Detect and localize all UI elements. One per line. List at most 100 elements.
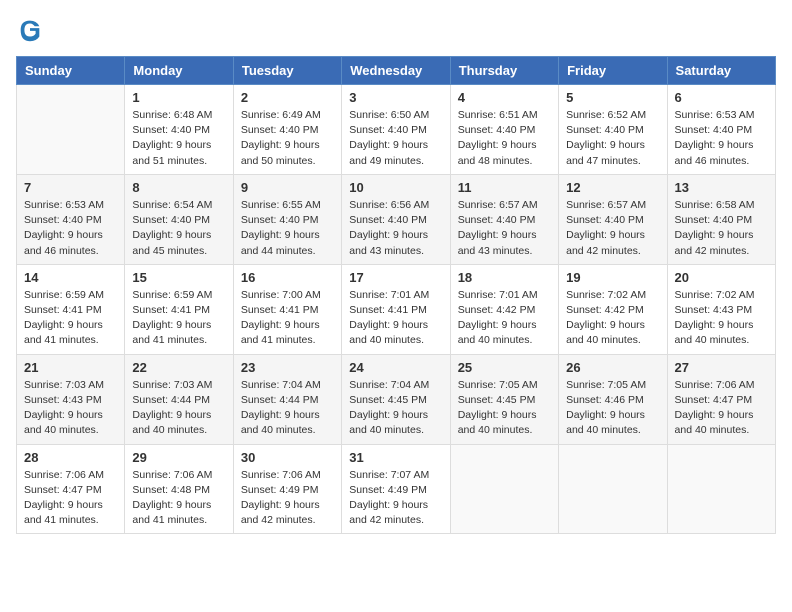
day-number: 24 bbox=[349, 360, 442, 375]
logo bbox=[16, 16, 48, 44]
calendar-cell: 3Sunrise: 6:50 AMSunset: 4:40 PMDaylight… bbox=[342, 85, 450, 175]
day-info: Sunrise: 7:04 AMSunset: 4:44 PMDaylight:… bbox=[241, 378, 334, 439]
day-info: Sunrise: 7:01 AMSunset: 4:41 PMDaylight:… bbox=[349, 288, 442, 349]
column-header-friday: Friday bbox=[559, 57, 667, 85]
calendar-cell bbox=[559, 444, 667, 534]
calendar-cell: 12 Sunrise: 6:57 AMSunset: 4:40 PMDayligh… bbox=[559, 174, 667, 264]
day-number: 17 bbox=[349, 270, 442, 285]
day-info: Sunrise: 7:00 AMSunset: 4:41 PMDaylight:… bbox=[241, 288, 334, 349]
column-header-saturday: Saturday bbox=[667, 57, 775, 85]
day-number: 15 bbox=[132, 270, 225, 285]
day-info: Sunrise: 6:58 AMSunset: 4:40 PMDaylight:… bbox=[675, 198, 768, 259]
calendar-week-1: 1 Sunrise: 6:48 AMSunset: 4:40 PMDaylight… bbox=[17, 85, 776, 175]
day-info: Sunrise: 6:54 AMSunset: 4:40 PMDaylight:… bbox=[132, 198, 225, 259]
calendar-cell bbox=[17, 85, 125, 175]
calendar-cell: 4 Sunrise: 6:51 AMSunset: 4:40 PMDaylight… bbox=[450, 85, 558, 175]
day-info: Sunrise: 6:57 AMSunset: 4:40 PMDaylight:… bbox=[566, 198, 659, 259]
calendar-cell: 29Sunrise: 7:06 AMSunset: 4:48 PMDayligh… bbox=[125, 444, 233, 534]
day-info: Sunrise: 7:06 AMSunset: 4:47 PMDaylight:… bbox=[24, 468, 117, 529]
calendar-week-4: 21 Sunrise: 7:03 AMSunset: 4:43 PMDayligh… bbox=[17, 354, 776, 444]
day-info: Sunrise: 6:49 AMSunset: 4:40 PMDaylight:… bbox=[241, 108, 334, 169]
column-header-sunday: Sunday bbox=[17, 57, 125, 85]
calendar-cell bbox=[667, 444, 775, 534]
calendar-table: SundayMondayTuesdayWednesdayThursdayFrid… bbox=[16, 56, 776, 534]
calendar-cell: 11 Sunrise: 6:57 AMSunset: 4:40 PMDayligh… bbox=[450, 174, 558, 264]
day-number: 6 bbox=[675, 90, 768, 105]
calendar-cell: 14 Sunrise: 6:59 AMSunset: 4:41 PMDayligh… bbox=[17, 264, 125, 354]
day-number: 25 bbox=[458, 360, 551, 375]
day-number: 28 bbox=[24, 450, 117, 465]
day-info: Sunrise: 7:05 AMSunset: 4:46 PMDaylight:… bbox=[566, 378, 659, 439]
day-number: 9 bbox=[241, 180, 334, 195]
day-info: Sunrise: 6:51 AMSunset: 4:40 PMDaylight:… bbox=[458, 108, 551, 169]
day-number: 29 bbox=[132, 450, 225, 465]
day-info: Sunrise: 7:02 AMSunset: 4:43 PMDaylight:… bbox=[675, 288, 768, 349]
calendar-cell: 21 Sunrise: 7:03 AMSunset: 4:43 PMDayligh… bbox=[17, 354, 125, 444]
calendar-cell: 6 Sunrise: 6:53 AMSunset: 4:40 PMDaylight… bbox=[667, 85, 775, 175]
calendar-cell: 28 Sunrise: 7:06 AMSunset: 4:47 PMDayligh… bbox=[17, 444, 125, 534]
day-info: Sunrise: 7:06 AMSunset: 4:47 PMDaylight:… bbox=[675, 378, 768, 439]
day-number: 30 bbox=[241, 450, 334, 465]
calendar-cell: 23 Sunrise: 7:04 AMSunset: 4:44 PMDayligh… bbox=[233, 354, 341, 444]
day-number: 11 bbox=[458, 180, 551, 195]
day-number: 12 bbox=[566, 180, 659, 195]
day-number: 8 bbox=[132, 180, 225, 195]
calendar-cell: 9Sunrise: 6:55 AMSunset: 4:40 PMDaylight… bbox=[233, 174, 341, 264]
calendar-cell: 8 Sunrise: 6:54 AMSunset: 4:40 PMDaylight… bbox=[125, 174, 233, 264]
day-number: 31 bbox=[349, 450, 442, 465]
day-number: 2 bbox=[241, 90, 334, 105]
day-info: Sunrise: 6:59 AMSunset: 4:41 PMDaylight:… bbox=[132, 288, 225, 349]
day-number: 10 bbox=[349, 180, 442, 195]
day-info: Sunrise: 6:53 AMSunset: 4:40 PMDaylight:… bbox=[675, 108, 768, 169]
day-number: 3 bbox=[349, 90, 442, 105]
calendar-week-5: 28 Sunrise: 7:06 AMSunset: 4:47 PMDayligh… bbox=[17, 444, 776, 534]
day-info: Sunrise: 6:52 AMSunset: 4:40 PMDaylight:… bbox=[566, 108, 659, 169]
day-info: Sunrise: 6:57 AMSunset: 4:40 PMDaylight:… bbox=[458, 198, 551, 259]
day-number: 20 bbox=[675, 270, 768, 285]
day-info: Sunrise: 6:48 AMSunset: 4:40 PMDaylight:… bbox=[132, 108, 225, 169]
calendar-cell: 5 Sunrise: 6:52 AMSunset: 4:40 PMDaylight… bbox=[559, 85, 667, 175]
calendar-cell: 7 Sunrise: 6:53 AMSunset: 4:40 PMDaylight… bbox=[17, 174, 125, 264]
calendar-cell: 22 Sunrise: 7:03 AMSunset: 4:44 PMDayligh… bbox=[125, 354, 233, 444]
calendar-cell: 26 Sunrise: 7:05 AMSunset: 4:46 PMDayligh… bbox=[559, 354, 667, 444]
day-info: Sunrise: 7:01 AMSunset: 4:42 PMDaylight:… bbox=[458, 288, 551, 349]
day-number: 5 bbox=[566, 90, 659, 105]
column-header-wednesday: Wednesday bbox=[342, 57, 450, 85]
calendar-cell: 15 Sunrise: 6:59 AMSunset: 4:41 PMDayligh… bbox=[125, 264, 233, 354]
day-info: Sunrise: 6:56 AMSunset: 4:40 PMDaylight:… bbox=[349, 198, 442, 259]
day-number: 7 bbox=[24, 180, 117, 195]
day-info: Sunrise: 7:05 AMSunset: 4:45 PMDaylight:… bbox=[458, 378, 551, 439]
day-number: 4 bbox=[458, 90, 551, 105]
calendar-cell: 17 Sunrise: 7:01 AMSunset: 4:41 PMDayligh… bbox=[342, 264, 450, 354]
calendar-header-row: SundayMondayTuesdayWednesdayThursdayFrid… bbox=[17, 57, 776, 85]
calendar-cell: 10 Sunrise: 6:56 AMSunset: 4:40 PMDayligh… bbox=[342, 174, 450, 264]
day-number: 23 bbox=[241, 360, 334, 375]
day-info: Sunrise: 7:03 AMSunset: 4:44 PMDaylight:… bbox=[132, 378, 225, 439]
calendar-cell: 30 Sunrise: 7:06 AMSunset: 4:49 PMDayligh… bbox=[233, 444, 341, 534]
day-info: Sunrise: 7:06 AMSunset: 4:49 PMDaylight:… bbox=[241, 468, 334, 529]
day-info: Sunrise: 6:59 AMSunset: 4:41 PMDaylight:… bbox=[24, 288, 117, 349]
day-number: 13 bbox=[675, 180, 768, 195]
day-number: 18 bbox=[458, 270, 551, 285]
day-number: 27 bbox=[675, 360, 768, 375]
page-header bbox=[16, 16, 776, 44]
day-number: 14 bbox=[24, 270, 117, 285]
calendar-cell: 18 Sunrise: 7:01 AMSunset: 4:42 PMDayligh… bbox=[450, 264, 558, 354]
column-header-tuesday: Tuesday bbox=[233, 57, 341, 85]
day-info: Sunrise: 6:53 AMSunset: 4:40 PMDaylight:… bbox=[24, 198, 117, 259]
column-header-monday: Monday bbox=[125, 57, 233, 85]
day-number: 21 bbox=[24, 360, 117, 375]
calendar-cell bbox=[450, 444, 558, 534]
day-info: Sunrise: 7:04 AMSunset: 4:45 PMDaylight:… bbox=[349, 378, 442, 439]
calendar-cell: 27 Sunrise: 7:06 AMSunset: 4:47 PMDayligh… bbox=[667, 354, 775, 444]
day-number: 22 bbox=[132, 360, 225, 375]
calendar-cell: 20 Sunrise: 7:02 AMSunset: 4:43 PMDayligh… bbox=[667, 264, 775, 354]
day-info: Sunrise: 7:03 AMSunset: 4:43 PMDaylight:… bbox=[24, 378, 117, 439]
calendar-cell: 13 Sunrise: 6:58 AMSunset: 4:40 PMDayligh… bbox=[667, 174, 775, 264]
calendar-week-3: 14 Sunrise: 6:59 AMSunset: 4:41 PMDayligh… bbox=[17, 264, 776, 354]
day-number: 1 bbox=[132, 90, 225, 105]
day-info: Sunrise: 7:02 AMSunset: 4:42 PMDaylight:… bbox=[566, 288, 659, 349]
calendar-week-2: 7 Sunrise: 6:53 AMSunset: 4:40 PMDaylight… bbox=[17, 174, 776, 264]
day-number: 19 bbox=[566, 270, 659, 285]
day-number: 26 bbox=[566, 360, 659, 375]
